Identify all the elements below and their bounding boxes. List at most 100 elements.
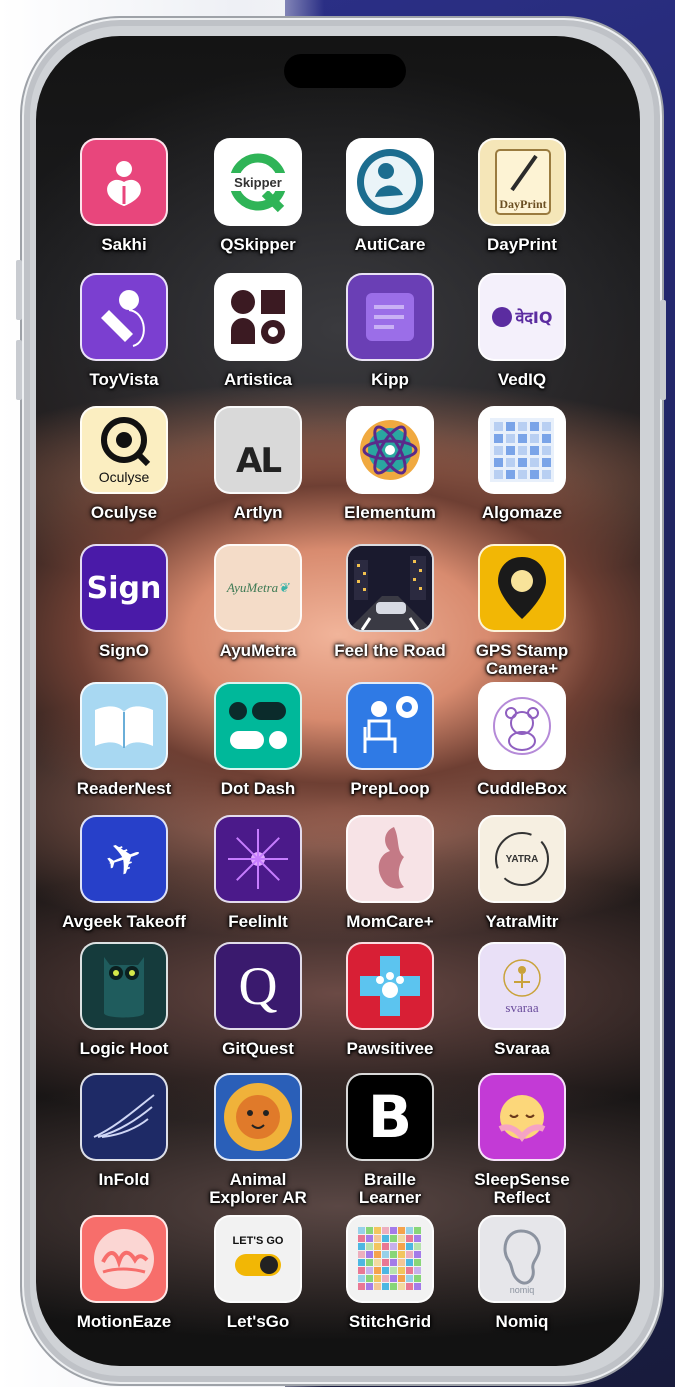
app-cuddlebox-bear[interactable]: CuddleBox <box>452 682 592 798</box>
app-vediq-brain[interactable]: वेदIQ VedIQ <box>452 273 592 389</box>
app-ayumetra-logo[interactable]: AyuMetra❦ AyuMetra <box>188 544 328 660</box>
app-auticare-logo[interactable]: AutiCare <box>320 138 460 254</box>
artlyn-monogram-icon[interactable]: AL <box>214 406 302 494</box>
app-gps-pin[interactable]: GPS Stamp Camera+ <box>452 544 592 678</box>
app-elementum-atom[interactable]: Elementum <box>320 406 460 522</box>
app-artlyn-monogram[interactable]: AL Artlyn <box>188 406 328 522</box>
auticare-logo-icon-art <box>357 149 423 215</box>
ayumetra-logo-icon[interactable]: AyuMetra❦ <box>214 544 302 632</box>
app-stitchgrid-pixel[interactable]: StitchGrid <box>320 1215 460 1331</box>
readernest-book-icon[interactable] <box>80 682 168 770</box>
app-label: MotionEaze <box>76 1312 172 1331</box>
app-nomiq-ear[interactable]: nomiq Nomiq <box>452 1215 592 1331</box>
vediq-brain-icon[interactable]: वेदIQ <box>478 273 566 361</box>
app-artistica-shapes[interactable]: Artistica <box>188 273 328 389</box>
qskipper-logo-icon-art: Skipper <box>229 153 287 213</box>
app-label: Dot Dash <box>220 779 296 798</box>
app-motioneaze-wave[interactable]: MotionEaze <box>54 1215 194 1331</box>
oculyse-eye-icon[interactable]: Oculyse <box>80 406 168 494</box>
app-sleep-face[interactable]: SleepSense Reflect <box>452 1073 592 1207</box>
app-gitquest-q[interactable]: Q GitQuest <box>188 942 328 1058</box>
app-label: Animal Explorer AR <box>209 1170 307 1207</box>
stitchgrid-pixel-icon[interactable] <box>346 1215 434 1303</box>
owl-icon[interactable] <box>80 942 168 1030</box>
nomiq-ear-icon[interactable]: nomiq <box>478 1215 566 1303</box>
app-label: YatraMitr <box>485 912 559 931</box>
kipp-note-icon-art <box>366 293 414 341</box>
app-algomaze-grid[interactable]: Algomaze <box>452 406 592 522</box>
svaraa-lotus-icon[interactable]: svaraa <box>478 942 566 1030</box>
app-dot-dash-morse[interactable]: Dot Dash <box>188 682 328 798</box>
app-paw-cross[interactable]: Pawsitivee <box>320 942 460 1058</box>
airplane-icon[interactable]: ✈ <box>80 815 168 903</box>
braille-b-icon[interactable]: B <box>346 1073 434 1161</box>
app-kipp-note[interactable]: Kipp <box>320 273 460 389</box>
svg-text:YATRA: YATRA <box>506 854 539 865</box>
app-qskipper-logo[interactable]: Skipper QSkipper <box>188 138 328 254</box>
signo-text-icon[interactable]: Sign <box>80 544 168 632</box>
letsgo-toggle-icon[interactable]: LET'S GO <box>214 1215 302 1303</box>
app-label: MomCare+ <box>346 912 434 931</box>
power-button <box>660 300 666 400</box>
paw-cross-icon[interactable] <box>346 942 434 1030</box>
dayprint-notebook-icon-art: DayPrint <box>495 149 551 215</box>
app-sakhi-logo[interactable]: Sakhi <box>54 138 194 254</box>
sakhi-logo-icon-art <box>107 161 141 206</box>
app-neuron[interactable]: FeelinIt <box>188 815 328 931</box>
cuddlebox-bear-icon[interactable] <box>478 682 566 770</box>
momcare-silhouette-icon[interactable] <box>346 815 434 903</box>
airplane-icon-art: ✈ <box>97 828 151 890</box>
app-label: FeelinIt <box>228 912 288 931</box>
app-momcare-silhouette[interactable]: MomCare+ <box>320 815 460 931</box>
toyvista-kendama-icon[interactable] <box>80 273 168 361</box>
feel-the-road-car-icon-art <box>348 546 432 630</box>
app-label: Sakhi <box>101 235 147 254</box>
app-wing[interactable]: InFold <box>54 1073 194 1189</box>
momcare-silhouette-icon-art <box>378 827 404 889</box>
dot-dash-morse-icon[interactable] <box>214 682 302 770</box>
app-label: AyuMetra <box>219 641 297 660</box>
toyvista-kendama-icon-art <box>101 290 145 347</box>
app-label: SignO <box>98 641 150 660</box>
sakhi-logo-icon[interactable] <box>80 138 168 226</box>
app-label: Feel the Road <box>334 641 446 660</box>
motioneaze-wave-icon-art <box>94 1229 154 1289</box>
app-readernest-book[interactable]: ReaderNest <box>54 682 194 798</box>
yatramitr-cycle-icon[interactable]: YATRA <box>478 815 566 903</box>
app-feel-the-road-car[interactable]: Feel the Road <box>320 544 460 660</box>
app-owl[interactable]: Logic Hoot <box>54 942 194 1058</box>
app-letsgo-toggle[interactable]: LET'S GO Let'sGo <box>188 1215 328 1331</box>
artistica-shapes-icon[interactable] <box>214 273 302 361</box>
app-yatramitr-cycle[interactable]: YATRA YatraMitr <box>452 815 592 931</box>
feel-the-road-car-icon[interactable] <box>346 544 434 632</box>
kipp-note-icon[interactable] <box>346 273 434 361</box>
app-label: Pawsitivee <box>346 1039 434 1058</box>
lion-icon[interactable] <box>214 1073 302 1161</box>
app-signo-text[interactable]: Sign SignO <box>54 544 194 660</box>
elementum-atom-icon[interactable] <box>346 406 434 494</box>
app-toyvista-kendama[interactable]: ToyVista <box>54 273 194 389</box>
app-oculyse-eye[interactable]: Oculyse Oculyse <box>54 406 194 522</box>
motioneaze-wave-icon[interactable] <box>80 1215 168 1303</box>
app-lion[interactable]: Animal Explorer AR <box>188 1073 328 1207</box>
wing-icon[interactable] <box>80 1073 168 1161</box>
app-label: QSkipper <box>220 235 296 254</box>
algomaze-grid-icon[interactable] <box>478 406 566 494</box>
neuron-icon[interactable] <box>214 815 302 903</box>
app-dayprint-notebook[interactable]: DayPrint DayPrint <box>452 138 592 254</box>
dayprint-notebook-icon[interactable]: DayPrint <box>478 138 566 226</box>
paw-cross-icon-art <box>360 956 420 1016</box>
app-svaraa-lotus[interactable]: svaraa Svaraa <box>452 942 592 1058</box>
sleep-face-icon[interactable] <box>478 1073 566 1161</box>
auticare-logo-icon[interactable] <box>346 138 434 226</box>
app-preploop-study[interactable]: PrepLoop <box>320 682 460 798</box>
app-label: ReaderNest <box>76 779 172 798</box>
preploop-study-icon[interactable] <box>346 682 434 770</box>
owl-icon-art <box>104 957 144 1018</box>
app-airplane[interactable]: ✈ Avgeek Takeoff <box>54 815 194 931</box>
gps-pin-icon[interactable] <box>478 544 566 632</box>
qskipper-logo-icon[interactable]: Skipper <box>214 138 302 226</box>
app-braille-b[interactable]: B Braille Learner <box>320 1073 460 1207</box>
gitquest-q-icon[interactable]: Q <box>214 942 302 1030</box>
oculyse-eye-icon-art: Oculyse <box>99 417 151 485</box>
